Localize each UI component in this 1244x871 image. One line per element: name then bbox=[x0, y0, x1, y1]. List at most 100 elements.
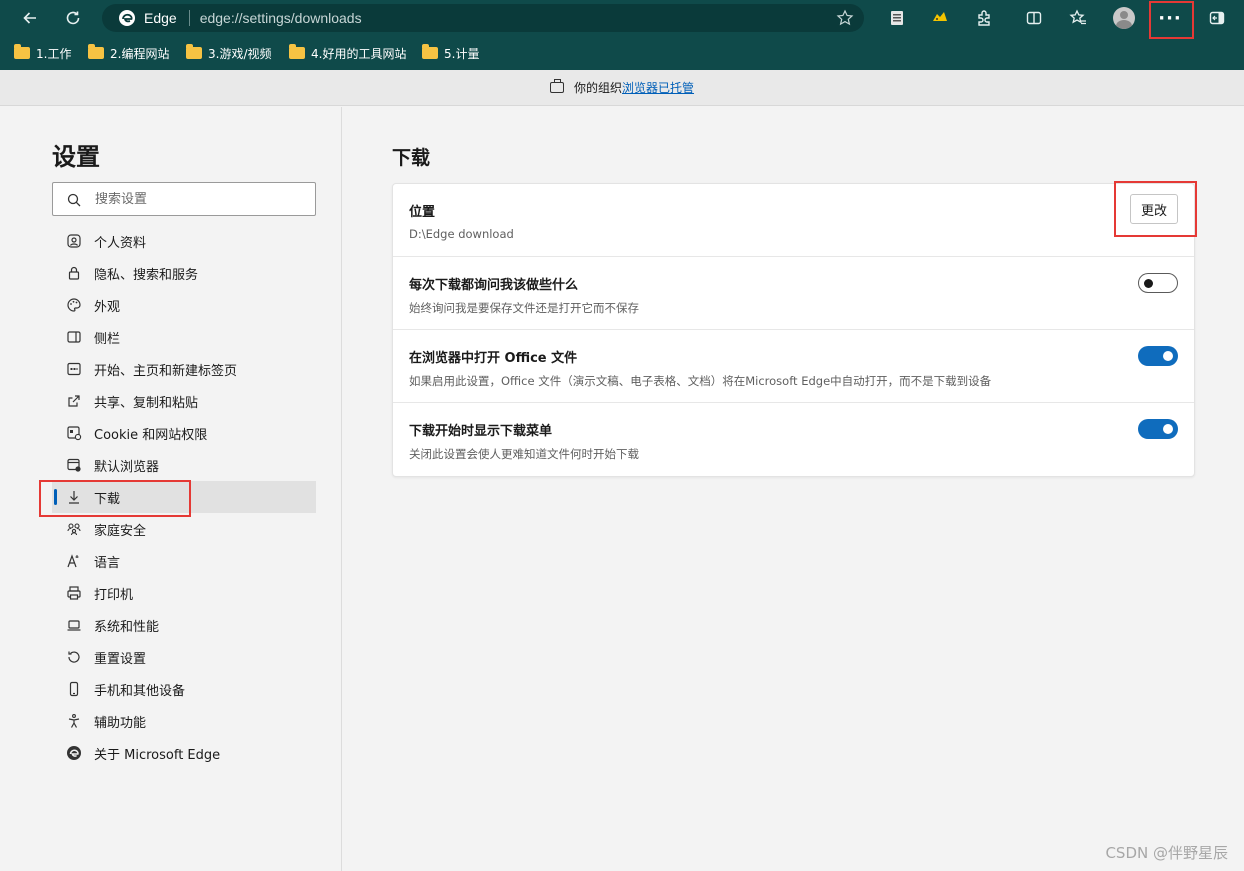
sidebar-icon bbox=[66, 329, 82, 345]
laptop-icon bbox=[66, 617, 82, 633]
nav-item-language[interactable]: 语言 bbox=[52, 545, 316, 577]
accessibility-icon bbox=[66, 713, 82, 729]
nav-item-label: 系统和性能 bbox=[94, 619, 160, 635]
profile-avatar-button[interactable] bbox=[1112, 6, 1136, 30]
bookmark-folder[interactable]: 4.好用的工具网站 bbox=[289, 43, 406, 63]
nav-item-label: 共享、复制和粘贴 bbox=[94, 395, 199, 411]
open-office-files-toggle[interactable] bbox=[1138, 346, 1178, 366]
bookmark-folder[interactable]: 5.计量 bbox=[422, 43, 479, 63]
nav-item-label: 外观 bbox=[94, 299, 121, 315]
folder-icon bbox=[14, 44, 30, 59]
nav-item-label: 家庭安全 bbox=[94, 523, 147, 539]
favorite-star-icon[interactable] bbox=[836, 9, 854, 27]
address-divider bbox=[188, 10, 190, 26]
nav-item-share[interactable]: 共享、复制和粘贴 bbox=[52, 385, 316, 417]
avatar bbox=[1113, 7, 1135, 29]
folder-icon bbox=[422, 44, 438, 59]
folder-icon bbox=[186, 44, 202, 59]
browser-icon bbox=[66, 457, 82, 473]
search-icon bbox=[67, 192, 81, 207]
settings-search[interactable] bbox=[52, 182, 316, 216]
nav-item-family[interactable]: 家庭安全 bbox=[52, 513, 316, 545]
cat-extension-icon[interactable] bbox=[928, 6, 952, 30]
nav-item-label: 开始、主页和新建标签页 bbox=[94, 363, 238, 379]
favorites-icon[interactable] bbox=[1066, 6, 1090, 30]
extensions-icon[interactable] bbox=[972, 6, 996, 30]
printer-icon bbox=[66, 585, 82, 601]
lock-icon bbox=[66, 265, 82, 281]
phone-icon bbox=[66, 681, 82, 697]
address-bar[interactable]: Edge edge://settings/downloads bbox=[102, 4, 864, 32]
setting-row: 下载开始时显示下载菜单 关闭此设置会使人更难知道文件何时开始下载 bbox=[393, 403, 1194, 476]
home-icon bbox=[66, 361, 82, 377]
url-text[interactable]: edge://settings/downloads bbox=[200, 10, 362, 26]
cookie-icon bbox=[66, 425, 82, 441]
sidebar-toggle-icon[interactable] bbox=[1205, 6, 1229, 30]
palette-icon bbox=[66, 297, 82, 313]
managed-link[interactable]: 浏览器已托管 bbox=[622, 79, 694, 96]
downloads-nav-highlight bbox=[39, 480, 191, 517]
location-row: 位置 D:\Edge download 更改 bbox=[393, 184, 1194, 257]
nav-item-start-home[interactable]: 开始、主页和新建标签页 bbox=[52, 353, 316, 385]
nav-item-label: 手机和其他设备 bbox=[94, 683, 186, 699]
nav-item-label: Cookie 和网站权限 bbox=[94, 427, 208, 443]
back-button[interactable] bbox=[18, 6, 42, 30]
edge-logo-icon bbox=[118, 9, 136, 27]
change-button-highlight bbox=[1114, 181, 1197, 237]
bookmark-folder[interactable]: 2.编程网站 bbox=[88, 43, 169, 63]
nav-item-system[interactable]: 系统和性能 bbox=[52, 609, 316, 641]
managed-infobar: 你的组织 浏览器已托管 bbox=[0, 70, 1244, 106]
nav-item-privacy[interactable]: 隐私、搜索和服务 bbox=[52, 257, 316, 289]
nav-item-sidebar[interactable]: 侧栏 bbox=[52, 321, 316, 353]
briefcase-icon bbox=[549, 79, 564, 93]
show-downloads-menu-toggle[interactable] bbox=[1138, 419, 1178, 439]
bookmark-folder[interactable]: 1.工作 bbox=[14, 43, 71, 63]
search-input[interactable] bbox=[95, 191, 295, 207]
edge-icon bbox=[66, 745, 82, 761]
setting-title: 下载开始时显示下载菜单 bbox=[409, 424, 553, 439]
location-title: 位置 bbox=[409, 205, 436, 220]
share-icon bbox=[66, 393, 82, 409]
refresh-button[interactable] bbox=[61, 6, 85, 30]
nav-item-label: 隐私、搜索和服务 bbox=[94, 267, 199, 283]
nav-item-accessibility[interactable]: 辅助功能 bbox=[52, 705, 316, 737]
nav-item-printers[interactable]: 打印机 bbox=[52, 577, 316, 609]
setting-description: 如果启用此设置，Office 文件（演示文稿、电子表格、文档）将在Microso… bbox=[409, 374, 992, 388]
reader-extension-icon[interactable] bbox=[885, 6, 909, 30]
setting-row: 在浏览器中打开 Office 文件 如果启用此设置，Office 文件（演示文稿… bbox=[393, 330, 1194, 403]
page-title: 下载 bbox=[392, 147, 431, 169]
folder-icon bbox=[289, 44, 305, 59]
settings-title: 设置 bbox=[52, 143, 100, 171]
reset-icon bbox=[66, 649, 82, 665]
ask-where-to-save-toggle[interactable] bbox=[1138, 273, 1178, 293]
bookmark-folder[interactable]: 3.游戏/视频 bbox=[186, 43, 272, 63]
setting-description: 关闭此设置会使人更难知道文件何时开始下载 bbox=[409, 447, 639, 461]
bookmark-label: 2.编程网站 bbox=[110, 46, 170, 61]
nav-item-about[interactable]: 关于 Microsoft Edge bbox=[52, 737, 316, 769]
nav-item-phone[interactable]: 手机和其他设备 bbox=[52, 673, 316, 705]
watermark: CSDN @伴野星辰 bbox=[1105, 844, 1228, 862]
nav-item-reset[interactable]: 重置设置 bbox=[52, 641, 316, 673]
downloads-settings-card: 位置 D:\Edge download 更改 每次下载都询问我该做些什么 始终询… bbox=[392, 183, 1195, 477]
nav-item-appearance[interactable]: 外观 bbox=[52, 289, 316, 321]
bookmark-label: 3.游戏/视频 bbox=[208, 46, 272, 61]
nav-item-label: 默认浏览器 bbox=[94, 459, 160, 475]
nav-item-label: 语言 bbox=[94, 555, 121, 571]
refresh-icon bbox=[66, 11, 80, 25]
setting-row: 每次下载都询问我该做些什么 始终询问我是要保存文件还是打开它而不保存 bbox=[393, 257, 1194, 330]
split-screen-icon[interactable] bbox=[1022, 6, 1046, 30]
nav-item-cookies[interactable]: Cookie 和网站权限 bbox=[52, 417, 316, 449]
nav-item-profile[interactable]: 个人资料 bbox=[52, 225, 316, 257]
family-icon bbox=[66, 521, 82, 537]
language-icon bbox=[66, 553, 82, 569]
nav-item-label: 侧栏 bbox=[94, 331, 121, 347]
nav-item-label: 重置设置 bbox=[94, 651, 147, 667]
profile-icon bbox=[66, 233, 82, 249]
browser-toolbar: Edge edge://settings/downloads ··· bbox=[0, 0, 1244, 36]
back-arrow-icon bbox=[23, 12, 36, 24]
setting-title: 每次下载都询问我该做些什么 bbox=[409, 278, 579, 293]
nav-item-default-browser[interactable]: 默认浏览器 bbox=[52, 449, 316, 481]
infobar-text: 你的组织 bbox=[573, 81, 622, 95]
setting-title: 在浏览器中打开 Office 文件 bbox=[409, 351, 578, 366]
bookmark-label: 5.计量 bbox=[444, 46, 480, 61]
